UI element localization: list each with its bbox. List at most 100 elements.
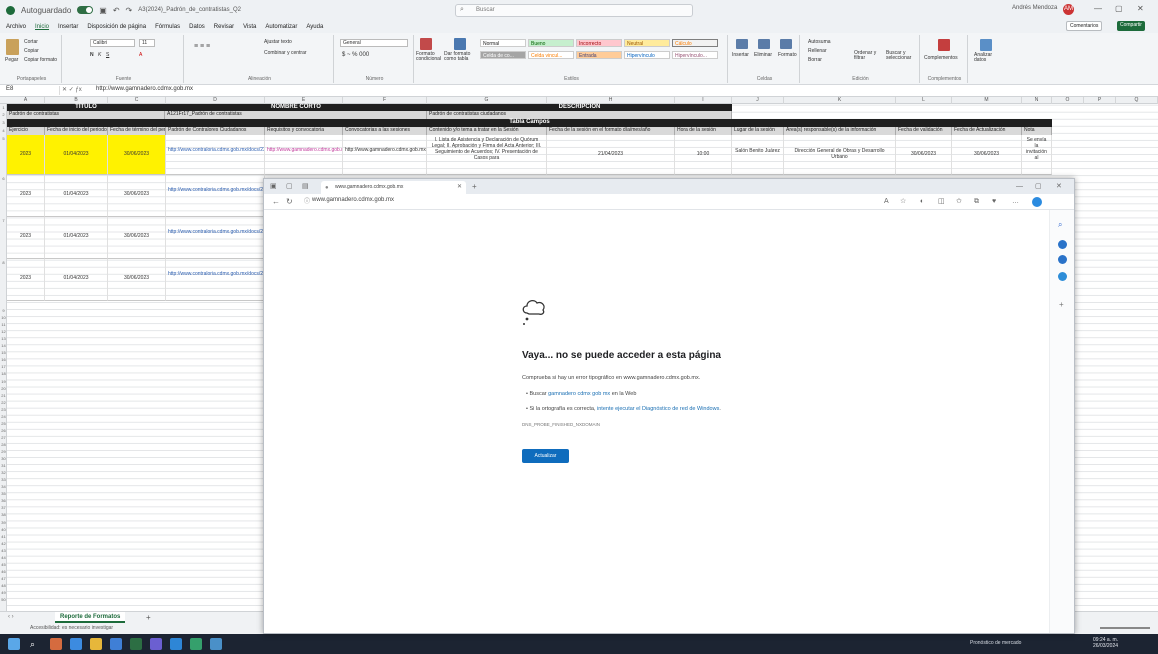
- col-header[interactable]: I: [675, 97, 732, 104]
- header-nota[interactable]: Nota: [1022, 127, 1052, 135]
- col-header[interactable]: G: [427, 97, 547, 104]
- header-fecha-termino[interactable]: Fecha de término del periodo que se info…: [108, 127, 166, 135]
- undo-icon[interactable]: ↶: [113, 6, 120, 15]
- search-taskbar-icon[interactable]: ⌕: [30, 638, 42, 650]
- row-number[interactable]: 35: [0, 491, 7, 496]
- row-number[interactable]: 45: [0, 562, 7, 567]
- cell-ejercicio[interactable]: 2023: [7, 135, 45, 175]
- cell-contenido[interactable]: I. Lista de Asistencia y Declaración de …: [427, 135, 547, 175]
- header-padron[interactable]: Padrón de Contralores Ciudadanos: [166, 127, 265, 135]
- menu-formulas[interactable]: Fórmulas: [155, 24, 180, 30]
- refresh-icon[interactable]: ↻: [286, 197, 293, 207]
- favorite-icon[interactable]: ☆: [900, 197, 906, 207]
- col-header[interactable]: A: [7, 97, 45, 104]
- delete-button[interactable]: Eliminar: [754, 52, 772, 58]
- back-icon[interactable]: ←: [272, 197, 280, 207]
- row-number[interactable]: 14: [0, 343, 7, 348]
- windows-start-icon[interactable]: [8, 638, 20, 650]
- row-number[interactable]: 6: [0, 176, 7, 181]
- style-linked-cell[interactable]: Celda vincul...: [528, 51, 574, 59]
- conditional-format-icon[interactable]: [420, 38, 432, 50]
- analyze-data-icon[interactable]: [980, 39, 992, 51]
- title-value[interactable]: Padrón de contratistas: [7, 111, 165, 119]
- col-header[interactable]: Q: [1116, 97, 1158, 104]
- find-select-button[interactable]: Buscar y seleccionar: [886, 51, 918, 61]
- row-number[interactable]: 20: [0, 386, 7, 391]
- row-number[interactable]: 27: [0, 435, 7, 440]
- workspaces-icon[interactable]: ▢: [286, 182, 293, 192]
- style-hyperlink[interactable]: Hipervínculo: [624, 51, 670, 59]
- row-number[interactable]: 36: [0, 498, 7, 503]
- row-number[interactable]: 41: [0, 534, 7, 539]
- bold-icon[interactable]: N: [90, 52, 94, 58]
- row-number[interactable]: 1: [0, 105, 7, 110]
- row-number[interactable]: 13: [0, 336, 7, 341]
- format-cells-icon[interactable]: [780, 39, 792, 49]
- row-number[interactable]: 32: [0, 470, 7, 475]
- extensions-icon[interactable]: ◐: [920, 197, 924, 207]
- col-header[interactable]: N: [1022, 97, 1052, 104]
- sidebar-add-icon[interactable]: +: [1059, 300, 1064, 309]
- copy-button[interactable]: Copiar: [24, 48, 39, 54]
- menu-inicio[interactable]: Inicio: [35, 24, 49, 30]
- merge-center-button[interactable]: Combinar y centrar: [264, 50, 307, 56]
- menu-automatizar[interactable]: Automatizar: [265, 24, 297, 30]
- col-header[interactable]: F: [343, 97, 427, 104]
- header-requisitos[interactable]: Requisitos y convocatoria: [265, 127, 343, 135]
- split-screen-icon[interactable]: ◫: [938, 197, 945, 207]
- row-number[interactable]: 22: [0, 400, 7, 405]
- formula-input[interactable]: http://www.gamnadero.cdmx.gob.mx: [96, 86, 193, 92]
- row-number[interactable]: 37: [0, 505, 7, 510]
- app-taskbar-icon[interactable]: [190, 638, 202, 650]
- search-input[interactable]: Buscar: [455, 4, 693, 17]
- delete-cells-icon[interactable]: [758, 39, 770, 49]
- font-size-select[interactable]: 11: [139, 39, 155, 47]
- row-number[interactable]: 8: [0, 260, 7, 265]
- share-button[interactable]: Compartir: [1117, 21, 1145, 31]
- cell-ejercicio[interactable]: 2023: [7, 259, 45, 301]
- row-number[interactable]: 28: [0, 442, 7, 447]
- underline-icon[interactable]: S: [106, 52, 109, 58]
- word-taskbar-icon[interactable]: [170, 638, 182, 650]
- profile-icon[interactable]: ▣: [270, 182, 277, 192]
- cell-fecha-sesion[interactable]: 21/04/2023: [547, 135, 675, 175]
- row-number[interactable]: 7: [0, 218, 7, 223]
- maximize-icon[interactable]: ▢: [1115, 4, 1123, 13]
- style-check-cell[interactable]: Celda de co...: [480, 51, 526, 59]
- row-number[interactable]: 4: [0, 128, 7, 133]
- col-header[interactable]: J: [732, 97, 784, 104]
- header-contenido[interactable]: Contenido y/o tema a tratar en la Sesión: [427, 127, 547, 135]
- align-icons[interactable]: ≡ ≡ ≡: [194, 43, 210, 50]
- col-header[interactable]: L: [896, 97, 952, 104]
- row-number[interactable]: 40: [0, 527, 7, 532]
- menu-revisar[interactable]: Revisar: [214, 24, 234, 30]
- paste-icon[interactable]: [6, 39, 19, 55]
- style-input[interactable]: Entrada: [576, 51, 622, 59]
- menu-disposicion[interactable]: Disposición de página: [87, 24, 146, 30]
- font-color-icon[interactable]: A: [139, 52, 142, 58]
- close-tab-icon[interactable]: ✕: [457, 182, 462, 192]
- addins-button[interactable]: Complementos: [924, 55, 958, 61]
- col-header[interactable]: O: [1052, 97, 1084, 104]
- header-actualizacion[interactable]: Fecha de Actualización: [952, 127, 1022, 135]
- prev-sheet-icon[interactable]: ‹ ›: [8, 614, 14, 620]
- cell-fecha-inicio[interactable]: 01/04/2023: [45, 175, 108, 217]
- sheet-tab[interactable]: Reporte de Formatos: [55, 612, 126, 623]
- col-header[interactable]: E: [265, 97, 343, 104]
- row-number[interactable]: 11: [0, 322, 7, 327]
- row-number[interactable]: 21: [0, 393, 7, 398]
- style-bad[interactable]: Incorrecto: [576, 39, 622, 47]
- row-number[interactable]: 46: [0, 569, 7, 574]
- header-lugar[interactable]: Lugar de la sesión: [732, 127, 784, 135]
- menu-archivo[interactable]: Archivo: [6, 24, 26, 30]
- style-good[interactable]: Bueno: [528, 39, 574, 47]
- weather-widget[interactable]: Pronóstico de mercado: [970, 640, 1021, 646]
- sidebar-tools-icon[interactable]: [1058, 240, 1067, 249]
- task-view-icon[interactable]: [50, 638, 62, 650]
- cell-fecha-inicio[interactable]: 01/04/2023: [45, 259, 108, 301]
- clear-button[interactable]: Borrar: [808, 57, 822, 63]
- wrap-text-button[interactable]: Ajustar texto: [264, 39, 292, 45]
- avatar[interactable]: AM: [1063, 4, 1074, 15]
- currency-icon[interactable]: $ ~ % 000: [342, 52, 369, 58]
- format-table-button[interactable]: Dar formato como tabla: [444, 52, 476, 62]
